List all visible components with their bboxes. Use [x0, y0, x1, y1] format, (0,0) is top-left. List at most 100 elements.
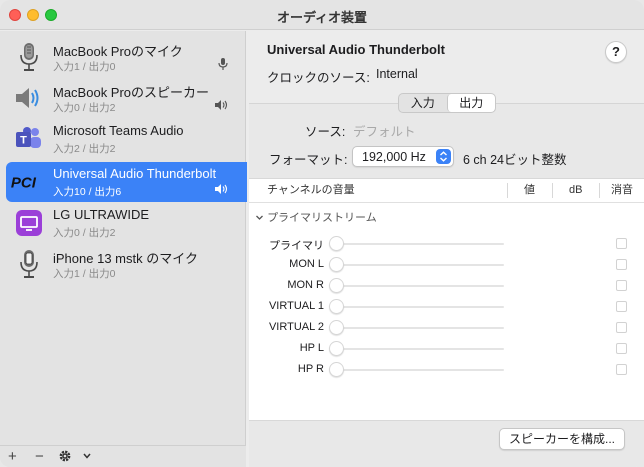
device-item-macbook-mic[interactable]: MacBook Proのマイク 入力1 / 出力0: [6, 37, 264, 77]
device-list-sidebar: MacBook Proのマイク 入力1 / 出力0 MacBook Proのスピ…: [0, 31, 264, 467]
tab-input[interactable]: 入力: [399, 94, 447, 112]
channel-label: HP L: [299, 342, 324, 354]
device-io-count: 入力0 / 出力2: [53, 102, 116, 114]
device-name: MacBook Proのマイク: [53, 44, 183, 59]
device-detail-pane: Universal Audio Thunderbolt ? クロックのソース: …: [247, 31, 644, 467]
channel-label: プライマリ: [269, 240, 324, 252]
mute-checkbox[interactable]: [616, 280, 627, 291]
volume-slider-knob[interactable]: [329, 278, 344, 293]
teams-icon: T: [14, 124, 44, 154]
device-name: iPhone 13 mstk のマイク: [53, 251, 198, 266]
clock-source-label: クロックのソース:: [267, 71, 370, 85]
volume-slider-knob[interactable]: [329, 299, 344, 314]
channel-label: HP R: [297, 363, 324, 375]
volume-slider-track[interactable]: [339, 369, 504, 371]
stream-group-row[interactable]: プライマリストリーム: [255, 209, 377, 225]
mute-checkbox[interactable]: [616, 301, 627, 312]
channel-volume-table: チャンネルの音量 値 dB 消音 プライマリストリーム プライマリ MON L: [249, 178, 644, 421]
device-title: Universal Audio Thunderbolt: [267, 42, 445, 57]
channel-label: VIRTUAL 2: [268, 321, 324, 333]
title-bar: オーディオ装置: [0, 0, 644, 30]
device-io-count: 入力1 / 出力0: [53, 268, 116, 280]
microphone-badge-icon: [216, 57, 230, 71]
mute-checkbox[interactable]: [616, 364, 627, 375]
volume-slider-track[interactable]: [339, 285, 504, 287]
device-io-count: 入力0 / 出力2: [53, 227, 116, 239]
mute-checkbox[interactable]: [616, 343, 627, 354]
column-divider: [552, 183, 553, 198]
channel-row-hp-r: HP R: [249, 359, 644, 380]
volume-slider-track[interactable]: [339, 243, 504, 245]
svg-text:T: T: [20, 135, 27, 147]
svg-text:PCI: PCI: [11, 174, 37, 191]
window-title: オーディオ装置: [276, 10, 368, 25]
volume-slider-track[interactable]: [339, 264, 504, 266]
source-label: ソース:: [305, 125, 346, 139]
channel-label: VIRTUAL 1: [268, 300, 324, 312]
channel-row-primary: プライマリ: [249, 233, 644, 254]
speaker-icon: [14, 83, 44, 113]
format-label: フォーマット:: [269, 153, 348, 167]
gear-icon[interactable]: [58, 449, 72, 467]
stream-group-label: プライマリストリーム: [267, 212, 377, 224]
channel-row-hp-l: HP L: [249, 338, 644, 359]
volume-slider-track[interactable]: [339, 306, 504, 308]
device-name: Microsoft Teams Audio: [53, 123, 184, 138]
add-device-button[interactable]: +: [8, 448, 17, 465]
speaker-badge-icon: [214, 182, 228, 196]
column-header-db: dB: [569, 184, 583, 196]
volume-slider-knob[interactable]: [329, 362, 344, 377]
column-divider: [507, 183, 508, 198]
volume-slider-track[interactable]: [339, 327, 504, 329]
audio-devices-window: オーディオ装置 MacBook Proのマイク 入力1 / 出力0 MacBoo…: [0, 0, 644, 467]
mute-checkbox[interactable]: [616, 322, 627, 333]
channel-label: MON R: [287, 279, 324, 291]
microphone-icon: [14, 42, 44, 72]
channel-row-mon-l: MON L: [249, 254, 644, 275]
device-name: MacBook Proのスピーカー: [53, 85, 210, 100]
device-name: LG ULTRAWIDE: [53, 207, 150, 222]
volume-slider-knob[interactable]: [329, 236, 344, 251]
remove-device-button[interactable]: −: [35, 448, 44, 465]
device-item-universal-audio[interactable]: PCI Universal Audio Thunderbolt 入力10 / 出…: [6, 162, 264, 202]
volume-slider-knob[interactable]: [329, 341, 344, 356]
format-select-value: 192,000 Hz: [362, 150, 426, 164]
help-button[interactable]: ?: [605, 41, 627, 63]
device-io-count: 入力10 / 出力6: [53, 186, 122, 198]
volume-slider-knob[interactable]: [329, 257, 344, 272]
input-output-segmented-control: 入力 出力: [398, 93, 496, 113]
speaker-badge-icon: [214, 98, 228, 112]
channel-row-virtual-2: VIRTUAL 2: [249, 317, 644, 338]
device-item-macbook-speaker[interactable]: MacBook Proのスピーカー 入力0 / 出力2: [6, 78, 264, 118]
format-channels-bits: 6 ch 24ビット整数: [463, 153, 567, 167]
clock-source-value: Internal: [376, 67, 418, 81]
header-divider: [249, 202, 644, 203]
channel-row-virtual-1: VIRTUAL 1: [249, 296, 644, 317]
device-item-teams-audio[interactable]: T Microsoft Teams Audio 入力2 / 出力2: [6, 119, 264, 159]
disclosure-chevron-icon[interactable]: [255, 213, 264, 222]
column-header-value: 値: [524, 184, 535, 196]
device-io-count: 入力2 / 出力2: [53, 143, 116, 155]
device-item-lg-ultrawide[interactable]: LG ULTRAWIDE 入力0 / 出力2: [6, 203, 264, 243]
device-item-iphone-mic[interactable]: iPhone 13 mstk のマイク 入力1 / 出力0: [6, 244, 264, 284]
volume-slider-knob[interactable]: [329, 320, 344, 335]
chevron-down-icon[interactable]: [82, 449, 92, 466]
format-select[interactable]: 192,000 Hz: [352, 146, 454, 167]
column-divider: [599, 183, 600, 198]
mute-checkbox[interactable]: [616, 259, 627, 270]
display-icon: [14, 208, 44, 238]
tab-output[interactable]: 出力: [446, 94, 495, 112]
sidebar-footer: + −: [0, 445, 246, 467]
select-arrows-icon: [436, 149, 451, 164]
column-header-mute: 消音: [611, 184, 633, 196]
mute-checkbox[interactable]: [616, 238, 627, 249]
channel-row-mon-r: MON R: [249, 275, 644, 296]
column-header-channel-volume: チャンネルの音量: [267, 184, 355, 196]
volume-slider-track[interactable]: [339, 348, 504, 350]
source-value: デフォルト: [353, 125, 416, 139]
device-name: Universal Audio Thunderbolt: [53, 166, 217, 181]
pci-icon: PCI: [10, 167, 40, 197]
configure-speakers-button[interactable]: スピーカーを構成...: [499, 428, 625, 450]
iphone-microphone-icon: [14, 249, 44, 279]
channel-label: MON L: [289, 258, 324, 270]
